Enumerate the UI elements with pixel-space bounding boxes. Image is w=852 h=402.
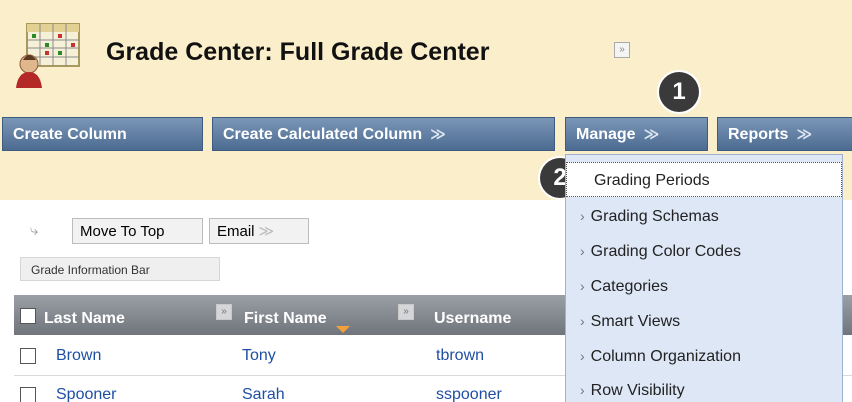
- grade-information-bar: Grade Information Bar: [20, 257, 220, 281]
- username-cell[interactable]: tbrown: [436, 337, 484, 375]
- menu-item-label: Smart Views: [590, 313, 681, 330]
- create-column-label: Create Column: [13, 126, 127, 143]
- menu-item-column-organization[interactable]: › Column Organization: [566, 339, 842, 374]
- menu-item-label: Grading Color Codes: [590, 243, 741, 260]
- column-header-last-name[interactable]: Last Name: [44, 295, 125, 335]
- chevron-right-icon: ›: [580, 348, 585, 364]
- menu-item-smart-views[interactable]: › Smart Views: [566, 304, 842, 339]
- chevron-right-icon: ›: [580, 278, 585, 294]
- row-checkbox[interactable]: [20, 348, 36, 364]
- email-button[interactable]: Email ≫: [209, 218, 309, 244]
- chevron-right-icon: ›: [580, 208, 585, 224]
- menu-item-label: Grading Periods: [594, 172, 710, 189]
- reports-label: Reports: [728, 126, 789, 143]
- move-to-top-button[interactable]: Move To Top: [72, 218, 203, 244]
- menu-item-row-visibility[interactable]: › Row Visibility: [566, 373, 842, 402]
- chevron-down-icon: ≫: [796, 126, 813, 143]
- chevron-right-icon: ›: [580, 382, 585, 398]
- column-header-username[interactable]: Username: [434, 295, 511, 335]
- row-checkbox[interactable]: [20, 387, 36, 402]
- grade-center-page: Grade Center: Full Grade Center » Create…: [0, 0, 852, 402]
- create-calculated-column-label: Create Calculated Column: [223, 126, 423, 143]
- manage-menu-button[interactable]: Manage ≫: [565, 117, 708, 151]
- last-name-cell[interactable]: Spooner: [56, 376, 117, 402]
- menu-item-grading-periods[interactable]: Grading Periods: [566, 162, 842, 197]
- move-to-top-label: Move To Top: [80, 223, 165, 240]
- last-name-cell[interactable]: Brown: [56, 337, 101, 375]
- reports-menu-button[interactable]: Reports ≫: [717, 117, 852, 151]
- chevron-right-icon: ›: [580, 313, 585, 329]
- column-header-first-name[interactable]: First Name: [244, 295, 327, 335]
- chevron-down-icon: ≫: [430, 126, 446, 143]
- menu-item-label: Row Visibility: [590, 382, 685, 399]
- menu-item-label: Grading Schemas: [590, 208, 719, 225]
- first-name-cell[interactable]: Tony: [242, 337, 276, 375]
- chevron-down-icon[interactable]: »: [216, 304, 232, 320]
- grade-center-icon: [15, 20, 85, 90]
- chevron-right-icon: ›: [580, 243, 585, 259]
- menu-item-categories[interactable]: › Categories: [566, 269, 842, 304]
- page-title: Grade Center: Full Grade Center: [106, 38, 490, 66]
- arrow-icon: ⤷: [30, 222, 39, 239]
- email-label: Email: [217, 223, 255, 240]
- first-name-cell[interactable]: Sarah: [242, 376, 285, 402]
- menu-item-grading-schemas[interactable]: › Grading Schemas: [566, 199, 842, 234]
- select-all-checkbox[interactable]: [20, 308, 36, 324]
- chevron-down-icon[interactable]: »: [398, 304, 414, 320]
- sort-indicator-icon: [336, 326, 350, 333]
- username-cell[interactable]: sspooner: [436, 376, 502, 402]
- manage-label: Manage: [576, 126, 636, 143]
- create-column-button[interactable]: Create Column: [2, 117, 203, 151]
- menu-item-label: Categories: [590, 278, 669, 295]
- chevron-down-icon: ≫: [258, 223, 275, 240]
- chevron-down-icon: ≫: [643, 126, 660, 143]
- manage-dropdown-menu: Grading Periods › Grading Schemas › Gradin…: [565, 154, 843, 402]
- step-badge-1: 1: [659, 72, 699, 112]
- chevron-down-icon[interactable]: »: [614, 42, 630, 58]
- menu-item-grading-color-codes[interactable]: › Grading Color Codes: [566, 234, 842, 269]
- create-calculated-column-button[interactable]: Create Calculated Column ≫: [212, 117, 555, 151]
- menu-item-label: Column Organization: [590, 348, 741, 365]
